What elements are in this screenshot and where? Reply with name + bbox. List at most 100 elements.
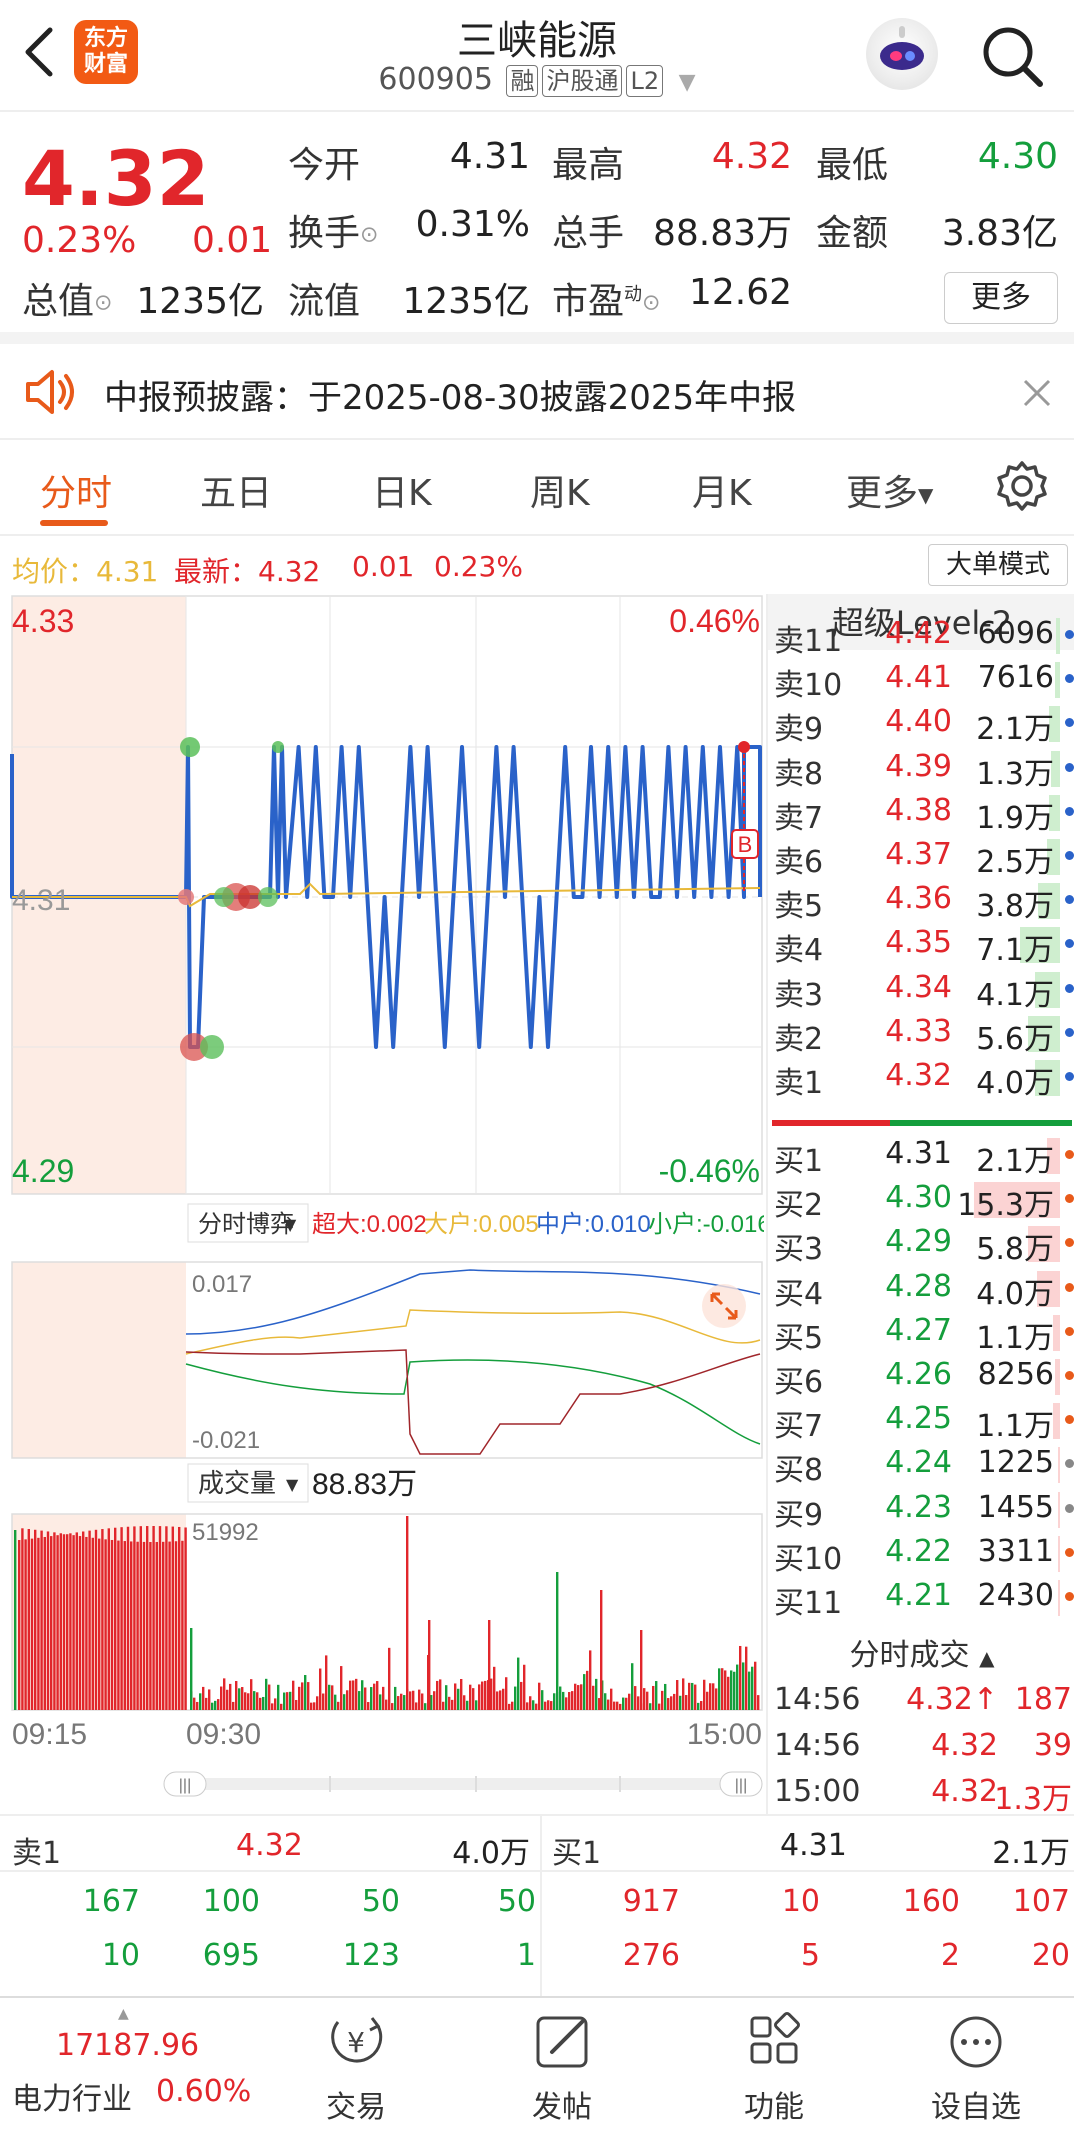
legend-small: 小户:-0.016 xyxy=(648,1211,764,1238)
bid-row[interactable]: 买2 4.30 15.3万 xyxy=(768,1176,1074,1223)
order-price: 4.30 xyxy=(885,1180,952,1216)
price-axis-max: 4.33 xyxy=(12,603,74,639)
volume-bar xyxy=(325,1655,328,1710)
order-price: 4.29 xyxy=(885,1224,952,1260)
volume-bar xyxy=(481,1681,484,1710)
ask-row[interactable]: 卖5 4.36 3.8万 xyxy=(768,877,1074,924)
queue-sell-order: 50 xyxy=(361,1884,400,1919)
bid-row[interactable]: 买1 4.31 2.1万 xyxy=(768,1132,1074,1179)
tab-weekly-k[interactable]: 周K xyxy=(530,464,590,516)
expand-icon[interactable] xyxy=(702,1284,746,1328)
ask-row[interactable]: 卖4 4.35 7.1万 xyxy=(768,921,1074,968)
ticks-title[interactable]: 分时成交 ▲ xyxy=(768,1630,1074,1674)
level2-order-book[interactable]: 超级Level-2 卖11 4.42 6096 卖10 4.41 7616 卖9 4.40 2.… xyxy=(766,594,1074,1618)
industry-label[interactable]: 电力行业 xyxy=(12,2074,132,2118)
turnover-label[interactable]: 换手⊙ xyxy=(288,204,378,256)
volume-bar xyxy=(568,1692,571,1710)
tab-intraday[interactable]: 分时 xyxy=(40,464,112,516)
legend-medium: 中户:0.010 xyxy=(536,1211,651,1238)
ask-row[interactable]: 卖6 4.37 2.5万 xyxy=(768,833,1074,880)
intraday-chart-area[interactable]: B 4.33 4.31 4.29 0.46% -0.46% 分时博弈 ▼ 超大:… xyxy=(0,594,771,1818)
volume-bar xyxy=(274,1698,277,1710)
low-label: 最低 xyxy=(816,145,889,186)
order-price: 4.23 xyxy=(885,1489,952,1525)
nav-function[interactable]: 功能 xyxy=(714,2012,834,2126)
volume-bar xyxy=(421,1693,424,1710)
volume-bar xyxy=(21,1528,24,1710)
volume-bar xyxy=(18,1540,21,1710)
order-volume: 1.1万 xyxy=(976,1320,1054,1356)
index-value[interactable]: 17187.96 xyxy=(56,2028,199,2063)
change-percent: 0.23% xyxy=(22,220,137,261)
price-axis-min: 4.29 xyxy=(12,1153,74,1189)
volume-bar xyxy=(751,1666,754,1710)
tick-volume: 39 xyxy=(1033,1728,1072,1763)
volume-bar xyxy=(499,1690,502,1710)
order-level-label: 买1 xyxy=(774,1144,824,1179)
volume-bar xyxy=(502,1688,505,1710)
queue-buy-label: 买1 xyxy=(552,1836,602,1871)
volume-bar xyxy=(652,1685,655,1710)
info-icon[interactable]: ⊙ xyxy=(642,291,660,316)
bid-row[interactable]: 买6 4.26 8256 xyxy=(768,1353,1074,1400)
volume-bar xyxy=(715,1688,718,1710)
info-icon[interactable]: ⊙ xyxy=(94,291,112,316)
ask-row[interactable]: 卖11 4.42 6096 xyxy=(768,612,1074,659)
order-queue-panel[interactable]: 卖1 4.32 4.0万 买1 4.31 2.1万 167 100 50 50 10 69… xyxy=(0,1814,1074,1996)
ask-row[interactable]: 卖3 4.34 4.1万 xyxy=(768,966,1074,1013)
bid-row[interactable]: 买4 4.28 4.0万 xyxy=(768,1265,1074,1312)
change-amount: 0.01 xyxy=(192,220,273,261)
tab-five-day[interactable]: 五日 xyxy=(200,464,272,516)
bid-row[interactable]: 买11 4.21 2430 xyxy=(768,1574,1074,1618)
bid-row[interactable]: 买5 4.27 1.1万 xyxy=(768,1309,1074,1356)
more-quote-button[interactable]: 更多 xyxy=(944,272,1058,324)
nav-trade[interactable]: ¥ 交易 xyxy=(296,2012,416,2126)
bid-row[interactable]: 买9 4.23 1455 xyxy=(768,1486,1074,1533)
volume-bar xyxy=(640,1630,643,1710)
notice-bar[interactable]: 中报预披露：于2025-08-30披露2025年中报 xyxy=(0,344,1074,440)
volume-bar xyxy=(37,1537,40,1710)
order-price: 4.22 xyxy=(885,1533,952,1569)
ask-row[interactable]: 卖1 4.32 4.0万 xyxy=(768,1054,1074,1101)
ask-row[interactable]: 卖10 4.41 7616 xyxy=(768,656,1074,703)
volume-bar xyxy=(168,1541,171,1710)
assistant-robot-icon[interactable] xyxy=(866,18,938,90)
settings-gear-icon[interactable] xyxy=(996,460,1048,512)
ask-row[interactable]: 卖2 4.33 5.6万 xyxy=(768,1010,1074,1057)
nav-post[interactable]: 发帖 xyxy=(502,2012,622,2126)
order-dot xyxy=(1065,983,1074,993)
ask-row[interactable]: 卖7 4.38 1.9万 xyxy=(768,789,1074,836)
order-volume: 2.1万 xyxy=(976,1144,1054,1179)
close-icon[interactable] xyxy=(1022,378,1052,408)
volume-bar xyxy=(586,1670,589,1710)
tick-time: 14:56 xyxy=(774,1682,861,1717)
nav-add-watchlist[interactable]: 设自选 xyxy=(916,2012,1036,2126)
mktcap-label[interactable]: 总值⊙ xyxy=(22,272,112,324)
tab-more[interactable]: 更多▼ xyxy=(846,464,933,516)
volume-bar xyxy=(628,1693,631,1710)
volume-bar xyxy=(700,1701,703,1710)
info-icon[interactable]: ⊙ xyxy=(360,223,378,248)
search-icon[interactable] xyxy=(976,20,1048,92)
volume-bar xyxy=(94,1529,98,1710)
volume-bar xyxy=(334,1694,337,1710)
bid-row[interactable]: 买3 4.29 5.8万 xyxy=(768,1220,1074,1267)
pe-label[interactable]: 市盈动⊙ xyxy=(552,272,660,324)
bid-row[interactable]: 买10 4.22 3311 xyxy=(768,1530,1074,1577)
volume-bar xyxy=(117,1540,120,1710)
volume-bar xyxy=(376,1681,379,1710)
tab-daily-k[interactable]: 日K xyxy=(372,464,432,516)
order-volume-bar xyxy=(1056,618,1060,654)
volume-bar xyxy=(298,1686,301,1710)
order-volume: 1.9万 xyxy=(976,800,1054,836)
bid-row[interactable]: 买7 4.25 1.1万 xyxy=(768,1397,1074,1444)
chevron-down-icon[interactable]: ▼ xyxy=(679,70,696,95)
ask-row[interactable]: 卖9 4.40 2.1万 xyxy=(768,700,1074,747)
range-scrollbar[interactable]: ||| ||| xyxy=(163,1771,763,1797)
volume-bar xyxy=(439,1679,442,1710)
big-order-mode-button[interactable]: 大单模式 xyxy=(928,544,1068,586)
ask-row[interactable]: 卖8 4.39 1.3万 xyxy=(768,745,1074,792)
tab-monthly-k[interactable]: 月K xyxy=(692,464,752,516)
bid-row[interactable]: 买8 4.24 1225 xyxy=(768,1441,1074,1488)
time-and-sales[interactable]: 分时成交 ▲ 14:56 4.32↑ 187 14:56 4.32 39 15:00 4.… xyxy=(766,1618,1074,1817)
